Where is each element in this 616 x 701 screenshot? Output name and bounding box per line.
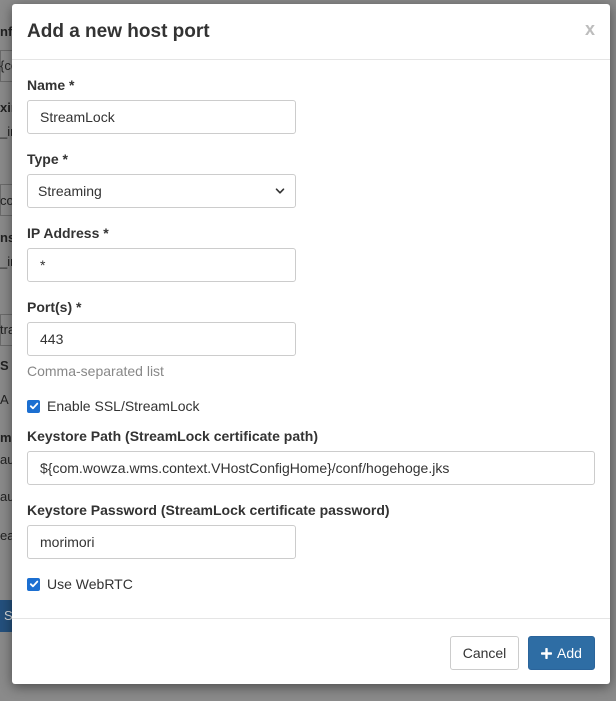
enable-ssl-label[interactable]: Enable SSL/StreamLock — [47, 398, 200, 414]
enable-ssl-row: Enable SSL/StreamLock — [27, 398, 200, 414]
keystore-path-input[interactable]: ${com.wowza.wms.context.VHostConfigHome}… — [27, 451, 595, 485]
add-button-label: Add — [557, 645, 582, 661]
type-label: Type * — [27, 151, 68, 167]
ports-input[interactable]: 443 — [27, 322, 296, 356]
type-select[interactable]: Streaming — [27, 174, 296, 208]
type-select-value: Streaming — [38, 183, 102, 199]
checkmark-icon — [29, 402, 38, 410]
checkmark-icon — [29, 580, 38, 588]
modal-header: Add a new host port x — [12, 4, 610, 60]
close-icon[interactable]: x — [585, 19, 595, 40]
background-text: S — [4, 608, 13, 623]
keystore-password-label: Keystore Password (StreamLock certificat… — [27, 502, 390, 518]
enable-ssl-checkbox[interactable] — [27, 399, 40, 413]
use-webrtc-row: Use WebRTC — [27, 576, 133, 592]
use-webrtc-checkbox[interactable] — [27, 577, 40, 591]
add-button[interactable]: Add — [528, 636, 595, 670]
keystore-path-label: Keystore Path (StreamLock certificate pa… — [27, 428, 318, 444]
name-label: Name * — [27, 77, 75, 93]
keystore-password-input[interactable]: morimori — [27, 525, 296, 559]
add-host-port-dialog: Add a new host port x Name * StreamLock … — [12, 4, 610, 684]
use-webrtc-label[interactable]: Use WebRTC — [47, 576, 133, 592]
ports-help-text: Comma-separated list — [27, 363, 164, 379]
ip-address-label: IP Address * — [27, 225, 109, 241]
plus-icon — [541, 647, 553, 659]
ip-address-input[interactable]: * — [27, 248, 296, 282]
chevron-down-icon — [275, 188, 285, 194]
name-input[interactable]: StreamLock — [27, 100, 296, 134]
cancel-button[interactable]: Cancel — [450, 636, 519, 670]
ports-label: Port(s) * — [27, 299, 82, 315]
modal-footer: Cancel Add — [12, 618, 610, 685]
modal-title: Add a new host port — [27, 21, 210, 42]
